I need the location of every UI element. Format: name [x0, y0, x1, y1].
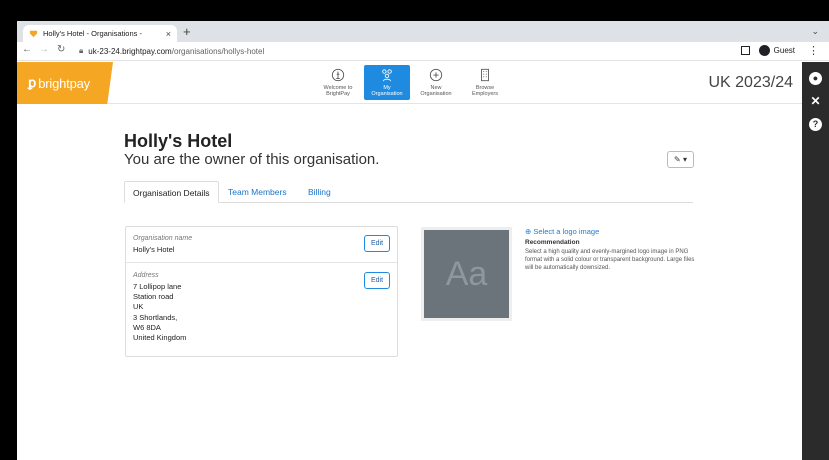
- url-host: uk-23-24.brightpay.com: [88, 46, 172, 56]
- nav-browse-label2: Employers: [472, 91, 498, 97]
- address-line: W6 8DA: [133, 323, 161, 332]
- address-line: Station road: [133, 292, 174, 301]
- building-icon: [481, 68, 489, 82]
- select-logo-link[interactable]: ⊕ Select a logo image: [525, 227, 599, 236]
- address-line: UK: [133, 302, 144, 311]
- url-path: /organisations/hollys-hotel: [171, 46, 265, 56]
- tools-icon[interactable]: ✕: [809, 95, 822, 108]
- profile-label[interactable]: Guest: [774, 46, 795, 55]
- logo-placeholder-text: Aa: [445, 254, 488, 293]
- address-bar-row: ← → ↻ 🔒︎ uk-23-24.brightpay.com/organisa…: [17, 42, 829, 61]
- edit-name-button[interactable]: Edit: [364, 235, 390, 252]
- app-header: ꝑ brightpay Welcome to BrightPay My Orga…: [17, 62, 802, 104]
- select-logo-label: Select a logo image: [533, 227, 600, 236]
- tab-search-icon[interactable]: ⌄: [811, 26, 819, 37]
- new-tab-button[interactable]: +: [183, 24, 191, 39]
- lock-icon: 🔒︎: [79, 46, 84, 55]
- back-icon[interactable]: ←: [22, 44, 32, 55]
- nav-welcome-label2: BrightPay: [326, 91, 350, 97]
- edit-address-button[interactable]: Edit: [364, 272, 390, 289]
- recommendation-heading: Recommendation: [525, 239, 580, 246]
- nav-my-org-label2: Organisation: [371, 91, 403, 97]
- tab-team-members[interactable]: Team Members: [220, 181, 295, 203]
- nav-my-organisation[interactable]: My Organisation: [364, 65, 410, 100]
- settings-dropdown-button[interactable]: ✎ ▾: [667, 151, 694, 168]
- tab-organisation-details[interactable]: Organisation Details: [124, 181, 219, 203]
- browser-menu-icon[interactable]: ⋮: [808, 44, 819, 57]
- recommendation-text: Select a high quality and evenly-margine…: [525, 249, 695, 272]
- profile-area: Guest: [740, 45, 795, 56]
- org-name-row: Organisation name Holly's Hotel Edit: [126, 227, 397, 263]
- page-tabs: Organisation Details Team Members Billin…: [124, 181, 693, 203]
- address-line: 3 Shortlands,: [133, 313, 178, 322]
- logo-placeholder[interactable]: Aa: [421, 227, 512, 321]
- org-name-label: Organisation name: [133, 235, 193, 242]
- url-field[interactable]: 🔒︎ uk-23-24.brightpay.com/organisations/…: [79, 46, 264, 56]
- tax-year-label[interactable]: UK 2023/24: [708, 74, 793, 92]
- nav-new-organisation[interactable]: New Organisation: [413, 65, 459, 100]
- team-icon: [382, 69, 392, 82]
- user-account-icon[interactable]: ●: [809, 72, 822, 85]
- brightpay-favicon-icon: [29, 30, 38, 38]
- browser-tab[interactable]: Holly's Hotel - Organisations - ×: [23, 25, 177, 42]
- right-rail: ● ✕ ?: [802, 62, 829, 460]
- org-name-value: Holly's Hotel: [133, 245, 175, 254]
- main-content: Holly's Hotel You are the owner of this …: [17, 105, 802, 460]
- forward-icon[interactable]: →: [39, 44, 49, 55]
- nav-welcome[interactable]: Welcome to BrightPay: [315, 65, 361, 100]
- main-nav: Welcome to BrightPay My Organisation New…: [315, 65, 511, 100]
- tab-strip: Holly's Hotel - Organisations - × + ⌄: [17, 21, 829, 42]
- logo-text: brightpay: [38, 75, 90, 91]
- guest-avatar-icon[interactable]: [758, 45, 770, 56]
- lighthouse-icon: [331, 68, 345, 82]
- address-line: United Kingdom: [133, 333, 187, 342]
- owner-subtitle: You are the owner of this organisation.: [124, 151, 380, 168]
- nav-new-org-label2: Organisation: [420, 91, 452, 97]
- tab-billing[interactable]: Billing: [300, 181, 339, 203]
- close-tab-icon[interactable]: ×: [166, 29, 171, 39]
- address-label: Address: [133, 272, 159, 279]
- details-card: Organisation name Holly's Hotel Edit Add…: [125, 226, 398, 357]
- plus-circle-icon: [429, 68, 443, 82]
- help-icon[interactable]: ?: [809, 118, 822, 131]
- address-line: 7 Lollipop lane: [133, 282, 182, 291]
- page-title: Holly's Hotel: [124, 131, 233, 151]
- reload-icon[interactable]: ↻: [57, 44, 65, 55]
- side-panel-icon[interactable]: [740, 46, 750, 55]
- nav-browse-employers[interactable]: Browse Employers: [462, 65, 508, 100]
- browser-window: Holly's Hotel - Organisations - × + ⌄ ← …: [17, 21, 829, 460]
- brightpay-logo[interactable]: ꝑ brightpay: [17, 62, 113, 104]
- brightpay-logo-mark-icon: ꝑ: [28, 75, 37, 90]
- tab-title: Holly's Hotel - Organisations -: [43, 29, 142, 38]
